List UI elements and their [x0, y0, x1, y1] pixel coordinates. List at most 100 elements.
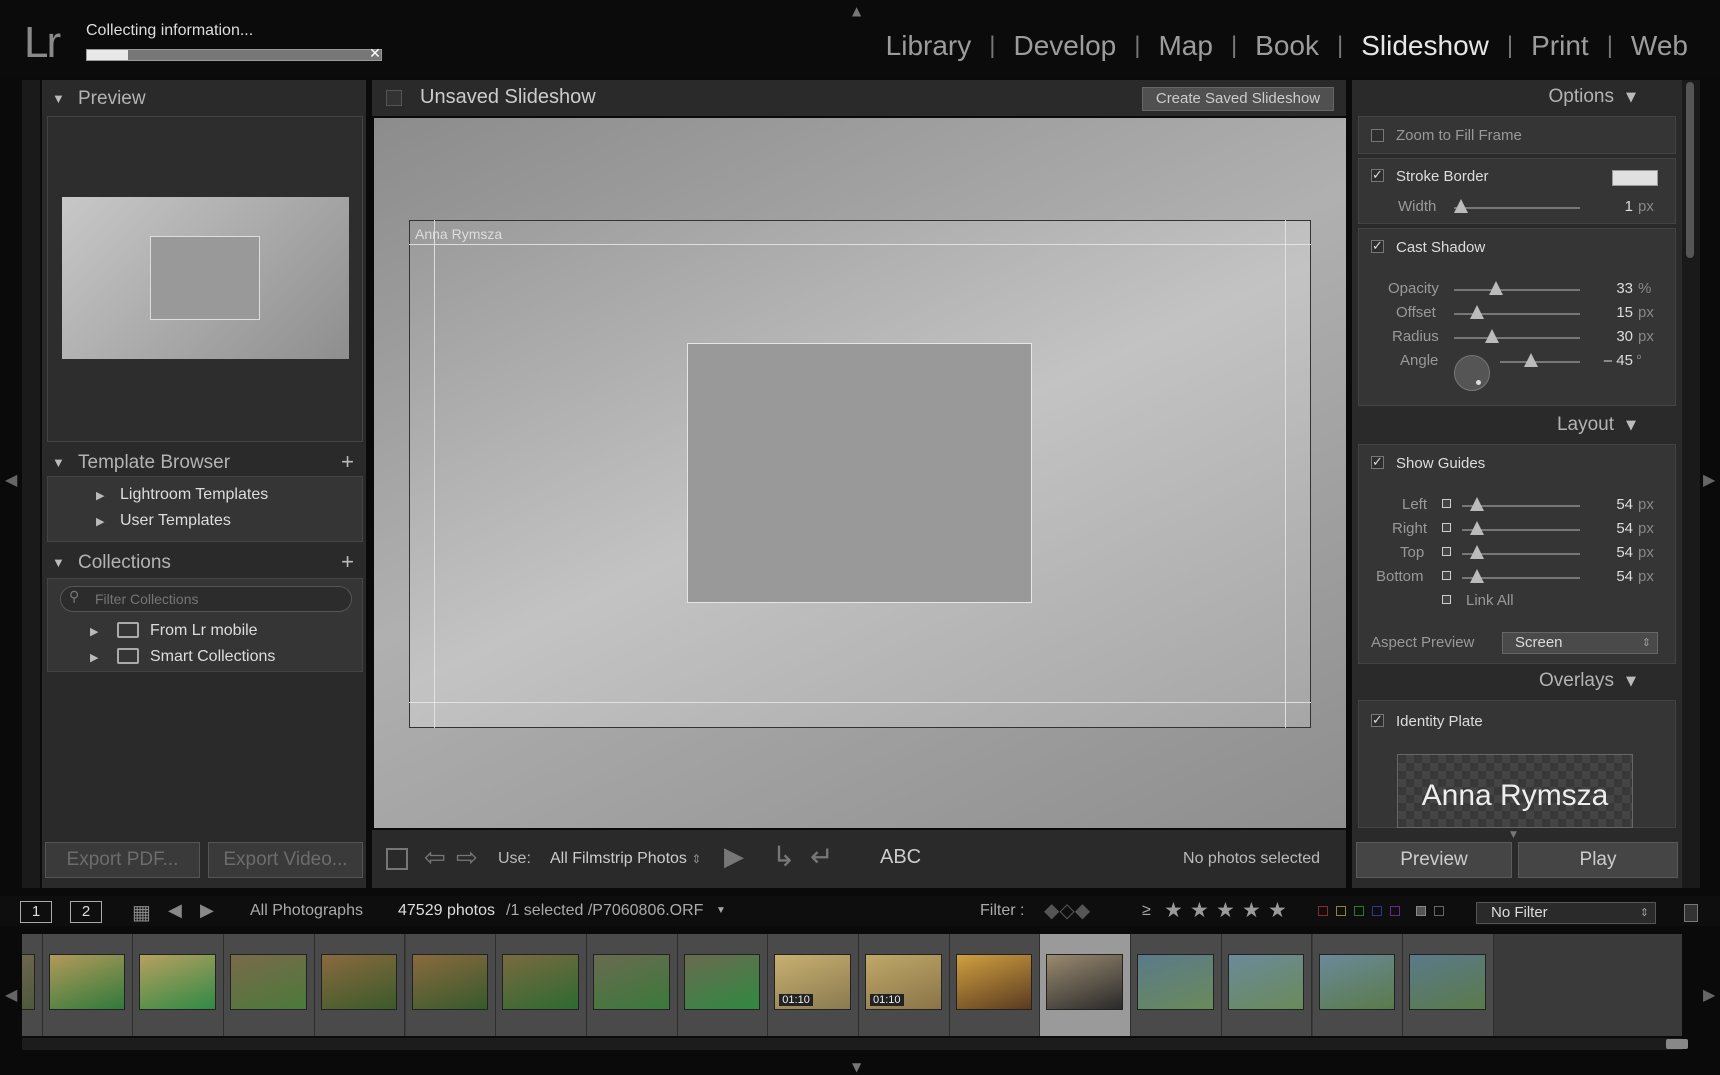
add-collection-icon[interactable]: +	[341, 549, 354, 575]
radius-value[interactable]: 30	[1593, 328, 1633, 345]
cancel-progress-icon[interactable]: ✕	[368, 47, 382, 61]
identity-plate-preview[interactable]: Anna Rymsza	[1397, 754, 1633, 828]
filmstrip-cell[interactable]	[677, 934, 769, 1036]
opacity-value[interactable]: 33	[1593, 280, 1633, 297]
slider-knob[interactable]	[1489, 281, 1503, 295]
cast-shadow-checkbox[interactable]: ✓	[1371, 240, 1384, 253]
margin-top-slider[interactable]	[1462, 545, 1580, 559]
filmstrip-cell[interactable]	[496, 934, 587, 1036]
bottom-panel-toggle-icon[interactable]: ▼	[852, 1060, 861, 1074]
filmstrip-cell[interactable]	[42, 934, 134, 1036]
guide-bottom[interactable]	[409, 702, 1311, 703]
module-library[interactable]: Library	[868, 30, 990, 62]
module-map[interactable]: Map	[1140, 30, 1230, 62]
top-panel-toggle-icon[interactable]: ▲	[852, 4, 861, 18]
secondary-display-button[interactable]: 2	[70, 901, 102, 923]
filmstrip-cell[interactable]	[1131, 934, 1222, 1036]
green-label-filter[interactable]	[1354, 906, 1364, 916]
panel-resize-icon[interactable]: ▼	[1510, 830, 1517, 840]
filmstrip-cell[interactable]	[314, 934, 406, 1036]
filmstrip-cell[interactable]	[22, 934, 43, 1036]
star-icon[interactable]: ★	[1268, 898, 1287, 922]
preview-button[interactable]: Preview	[1356, 842, 1512, 878]
filmstrip[interactable]: 01:10 01:10	[22, 934, 1682, 1036]
filmstrip-cell[interactable]	[1403, 934, 1494, 1036]
filmstrip-cell[interactable]	[949, 934, 1041, 1036]
slider-knob[interactable]	[1470, 497, 1484, 511]
width-value[interactable]: 1	[1593, 198, 1633, 215]
template-folder-lightroom[interactable]: Lightroom Templates	[120, 486, 268, 504]
play-button[interactable]: Play	[1518, 842, 1678, 878]
collection-from-lr-mobile[interactable]: From Lr mobile	[150, 622, 258, 640]
source-dropdown-icon[interactable]: ▼	[716, 905, 726, 916]
aspect-preview-dropdown[interactable]: Screen ⇕	[1502, 632, 1658, 654]
link-all-checkbox[interactable]	[1442, 595, 1451, 604]
filter-collections-field[interactable]: ⚲	[60, 586, 352, 612]
offset-slider[interactable]	[1454, 305, 1580, 319]
stop-icon[interactable]	[386, 848, 408, 870]
collapse-triangle-icon[interactable]: ▼	[1626, 418, 1636, 433]
previous-slide-icon[interactable]: ⇦	[424, 842, 446, 873]
photo-thumbnail[interactable]	[1227, 954, 1305, 1010]
slider-knob[interactable]	[1470, 305, 1484, 319]
margin-left-slider[interactable]	[1462, 497, 1580, 511]
filmstrip-cell[interactable]: 01:10	[768, 934, 859, 1036]
back-arrow-icon[interactable]: ◀	[168, 900, 182, 921]
filmstrip-cell[interactable]	[1221, 934, 1313, 1036]
star-icon[interactable]: ★	[1164, 898, 1183, 922]
filmstrip-scroll-thumb[interactable]	[1666, 1039, 1688, 1049]
photo-thumbnail[interactable]	[1046, 954, 1124, 1010]
photo-thumbnail[interactable]	[320, 954, 398, 1010]
expand-triangle-icon[interactable]: ▶	[96, 515, 104, 528]
width-slider[interactable]	[1454, 199, 1580, 213]
collapse-triangle-icon[interactable]: ▼	[1626, 90, 1636, 105]
filmstrip-scrollbar[interactable]	[22, 1038, 1682, 1050]
add-template-icon[interactable]: +	[341, 449, 354, 475]
guide-top[interactable]	[409, 244, 1311, 245]
filter-preset-dropdown[interactable]: No Filter ⇕	[1476, 902, 1656, 924]
photo-thumbnail[interactable]	[411, 954, 489, 1010]
rotate-right-icon[interactable]: ↵	[810, 840, 833, 873]
zoom-to-fill-checkbox[interactable]	[1371, 129, 1384, 142]
module-web[interactable]: Web	[1613, 30, 1706, 62]
guide-left[interactable]	[434, 220, 435, 728]
flag-filter-icons[interactable]: ◆◇◆	[1044, 898, 1090, 923]
yellow-label-filter[interactable]	[1336, 906, 1346, 916]
photo-thumbnail[interactable]	[955, 954, 1033, 1010]
photo-thumbnail[interactable]	[139, 954, 217, 1010]
create-saved-slideshow-button[interactable]: Create Saved Slideshow	[1142, 87, 1334, 111]
filmstrip-scroll-right-icon[interactable]: ▶	[1703, 985, 1715, 1004]
radius-slider[interactable]	[1454, 329, 1580, 343]
expand-triangle-icon[interactable]: ▶	[90, 651, 98, 664]
slider-knob[interactable]	[1485, 329, 1499, 343]
filmstrip-source[interactable]: All Photographs	[250, 902, 363, 920]
blue-label-filter[interactable]	[1372, 906, 1382, 916]
preview-panel-header[interactable]: ▼ Preview	[42, 82, 366, 116]
margin-left-value[interactable]: 54	[1593, 496, 1633, 513]
filmstrip-cell[interactable]	[133, 934, 225, 1036]
identity-plate-overlay[interactable]: Anna Rymsza	[415, 226, 502, 242]
stroke-color-swatch[interactable]	[1612, 170, 1658, 186]
angle-dial[interactable]	[1454, 355, 1490, 391]
module-book[interactable]: Book	[1237, 30, 1337, 62]
angle-slider[interactable]	[1500, 353, 1580, 367]
filmstrip-cell[interactable]	[1040, 934, 1132, 1036]
photo-thumbnail[interactable]	[502, 954, 579, 1010]
options-section-title[interactable]: Options	[1549, 86, 1614, 108]
custom-label-filter[interactable]	[1416, 906, 1426, 916]
photo-thumbnail[interactable]	[22, 954, 35, 1010]
overlays-section-title[interactable]: Overlays	[1539, 670, 1614, 692]
module-slideshow[interactable]: Slideshow	[1343, 30, 1507, 62]
red-label-filter[interactable]	[1318, 906, 1328, 916]
offset-value[interactable]: 15	[1593, 304, 1633, 321]
use-dropdown[interactable]: All Filmstrip Photos ⇕	[550, 850, 701, 868]
add-text-button[interactable]: ABC	[880, 846, 921, 869]
margin-right-value[interactable]: 54	[1593, 520, 1633, 537]
purple-label-filter[interactable]	[1390, 906, 1400, 916]
stroke-border-checkbox[interactable]: ✓	[1371, 169, 1384, 182]
primary-display-button[interactable]: 1	[20, 901, 52, 923]
template-folder-user[interactable]: User Templates	[120, 512, 231, 530]
identity-plate-checkbox[interactable]: ✓	[1371, 714, 1384, 727]
margin-right-slider[interactable]	[1462, 521, 1580, 535]
star-icon[interactable]: ★	[1242, 898, 1261, 922]
